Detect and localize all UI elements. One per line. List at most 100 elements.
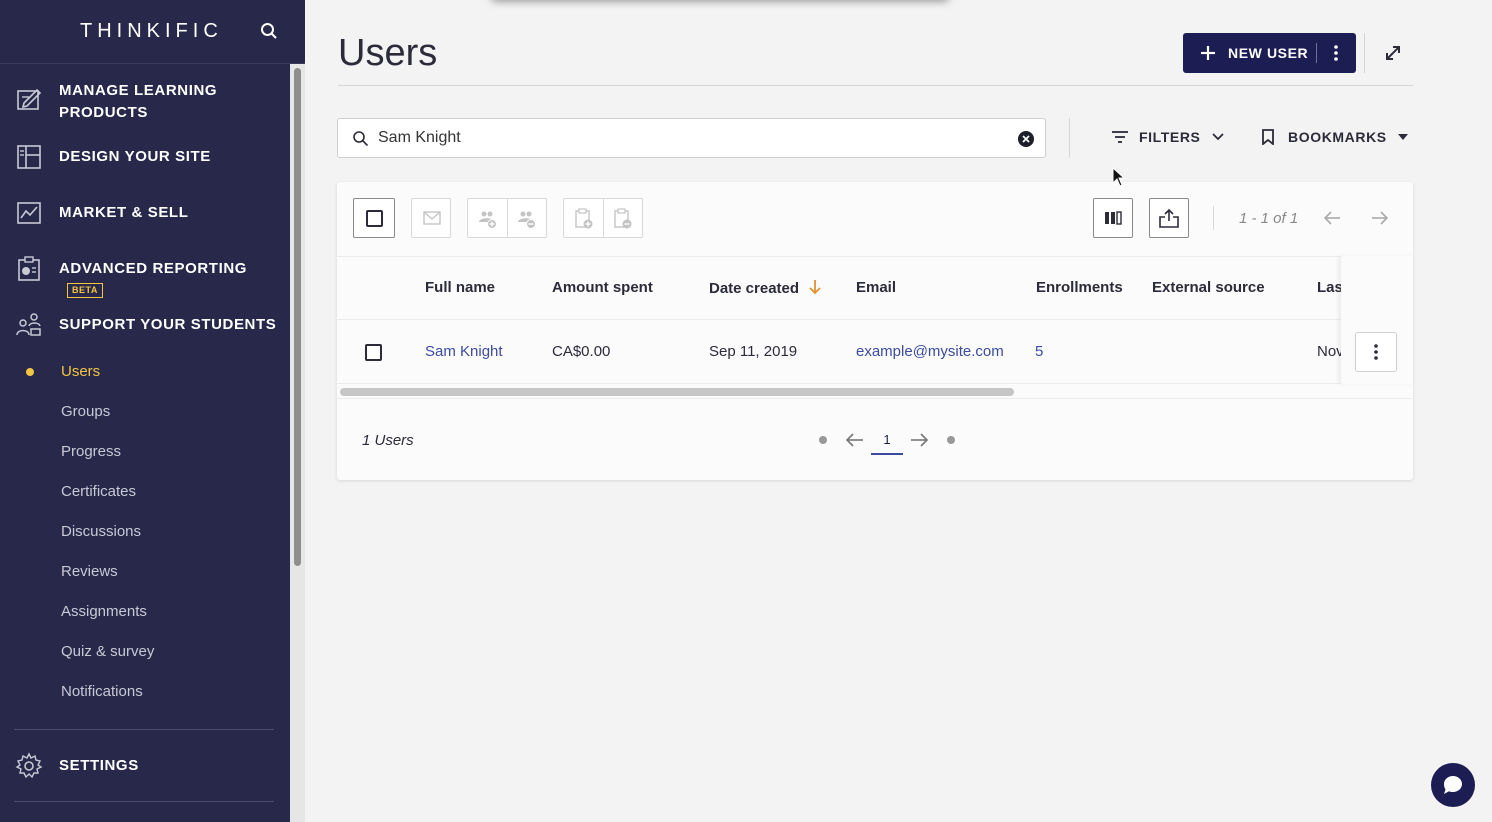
search-value: Sam Knight <box>378 129 461 146</box>
nav-settings[interactable]: SETTINGS <box>0 752 290 779</box>
column-enrollments[interactable]: Enrollments <box>1036 279 1123 296</box>
table-row: Sam Knight CA$0.00 Sep 11, 2019 example@… <box>337 320 1413 384</box>
sidebar-item-groups[interactable]: Groups <box>61 403 110 420</box>
column-external-source[interactable]: External source <box>1152 279 1265 296</box>
nav-advanced-reporting[interactable]: ADVANCED REPORTING BETA <box>0 256 290 298</box>
current-page[interactable]: 1 <box>871 432 903 455</box>
new-user-label: NEW USER <box>1228 45 1309 61</box>
layout-icon <box>17 145 41 169</box>
chat-launcher-button[interactable] <box>1431 763 1475 807</box>
bookmarks-label: BOOKMARKS <box>1288 129 1387 145</box>
select-all-checkbox[interactable] <box>353 198 395 238</box>
columns-button[interactable] <box>1093 198 1133 238</box>
active-indicator-dot <box>26 368 34 376</box>
sidebar-item-certificates[interactable]: Certificates <box>61 483 136 500</box>
toolbar-divider <box>1069 118 1070 158</box>
nav-market-and-sell[interactable]: MARKET & SELL <box>0 202 290 224</box>
nav-label-text: ADVANCED REPORTING <box>59 260 248 277</box>
nav-design-your-site[interactable]: DESIGN YOUR SITE <box>0 145 290 169</box>
export-button[interactable] <box>1149 198 1189 238</box>
more-vertical-icon <box>1374 344 1378 360</box>
expand-icon[interactable] <box>1383 43 1403 63</box>
nav-manage-learning-products[interactable]: MANAGE LEARNING PRODUCTS <box>0 80 290 124</box>
date-created-cell: Sep 11, 2019 <box>709 343 798 360</box>
bookmark-icon <box>1262 129 1274 145</box>
header-underline <box>338 85 1413 86</box>
plus-icon <box>1201 46 1215 60</box>
next-page-icon[interactable] <box>909 430 929 450</box>
sidebar-item-discussions[interactable]: Discussions <box>61 523 141 540</box>
sidebar-scrollbar[interactable] <box>290 64 305 822</box>
users-table-card: 1 - 1 of 1 Full name Amount spent Date c… <box>337 182 1413 480</box>
clear-search-icon[interactable] <box>1017 130 1035 148</box>
row-checkbox[interactable] <box>365 344 382 361</box>
bookmarks-button[interactable]: BOOKMARKS <box>1261 129 1409 145</box>
search-icon <box>353 131 369 147</box>
sidebar-item-users[interactable]: Users <box>61 363 100 380</box>
column-date-created[interactable]: Date created <box>709 279 821 297</box>
sidebar-item-reviews[interactable]: Reviews <box>61 563 118 580</box>
sidebar-scrollbar-thumb[interactable] <box>294 68 301 566</box>
enrollments-link[interactable]: 5 <box>1035 343 1043 360</box>
button-divider <box>1316 43 1317 63</box>
nav-label: SETTINGS <box>59 757 139 774</box>
beta-badge: BETA <box>67 283 103 298</box>
unenroll-icon[interactable] <box>613 208 633 230</box>
nav-label: SUPPORT YOUR STUDENTS <box>59 316 277 333</box>
nav-support-your-students[interactable]: SUPPORT YOUR STUDENTS <box>0 313 290 336</box>
more-vertical-icon[interactable] <box>1326 43 1346 63</box>
arrow-right-icon[interactable] <box>1371 210 1389 226</box>
enrollment-actions <box>563 198 643 238</box>
filters-button[interactable]: FILTERS <box>1111 129 1225 145</box>
users-count: 1 Users <box>362 432 414 449</box>
column-email[interactable]: Email <box>856 279 896 296</box>
amount-spent-cell: CA$0.00 <box>552 343 611 360</box>
email-button[interactable] <box>411 198 451 238</box>
nav-label: ADVANCED REPORTING BETA <box>59 258 290 302</box>
students-icon <box>16 313 41 336</box>
user-name-link[interactable]: Sam Knight <box>425 343 503 360</box>
tool-divider <box>507 199 508 237</box>
search-icon[interactable] <box>260 22 278 40</box>
page-title: Users <box>338 32 438 74</box>
range-indicator: 1 - 1 of 1 <box>1239 210 1299 227</box>
email-link[interactable]: example@mysite.com <box>856 343 1004 360</box>
gear-icon <box>15 752 43 779</box>
sidebar-item-progress[interactable]: Progress <box>61 443 121 460</box>
last-cell: Nov <box>1317 343 1344 360</box>
header-divider <box>1364 33 1365 73</box>
column-date-created-label: Date created <box>709 280 800 297</box>
first-page-dot[interactable] <box>819 436 827 444</box>
row-actions-button[interactable] <box>1355 332 1397 372</box>
sidebar-header: THINKIFIC <box>0 0 305 64</box>
new-user-button[interactable]: NEW USER <box>1183 33 1356 73</box>
enroll-icon[interactable] <box>574 208 594 230</box>
footer-divider <box>337 398 1413 399</box>
arrow-left-icon[interactable] <box>1323 210 1341 226</box>
chart-line-icon <box>17 202 41 224</box>
nav-label: MANAGE LEARNING PRODUCTS <box>59 82 218 121</box>
thinkific-logo[interactable]: THINKIFIC <box>80 20 223 43</box>
column-full-name[interactable]: Full name <box>425 279 495 296</box>
chat-bubble-icon <box>1444 776 1462 794</box>
sidebar-item-quiz-survey[interactable]: Quiz & survey <box>61 643 154 660</box>
column-amount-spent[interactable]: Amount spent <box>552 279 653 296</box>
sidebar: THINKIFIC MANAGE LEARNING PRODUCTS DESIG… <box>0 0 305 822</box>
nav-label: MARKET & SELL <box>59 204 189 221</box>
caret-down-icon <box>1397 134 1408 140</box>
group-actions <box>467 198 547 238</box>
remove-from-group-icon[interactable] <box>517 209 537 229</box>
prev-page-icon[interactable] <box>845 430 865 450</box>
sidebar-item-notifications[interactable]: Notifications <box>61 683 143 700</box>
sidebar-item-assignments[interactable]: Assignments <box>61 603 147 620</box>
sort-down-icon <box>809 280 821 295</box>
nav-label: DESIGN YOUR SITE <box>59 148 211 165</box>
search-input[interactable]: Sam Knight <box>337 118 1046 158</box>
add-to-group-icon[interactable] <box>478 209 498 229</box>
mouse-cursor-icon <box>1112 167 1126 187</box>
mail-icon <box>423 211 441 225</box>
last-page-dot[interactable] <box>947 436 955 444</box>
toolbar-divider <box>1213 206 1214 230</box>
pencil-square-icon <box>17 88 42 110</box>
horizontal-scrollbar[interactable] <box>340 388 1014 396</box>
